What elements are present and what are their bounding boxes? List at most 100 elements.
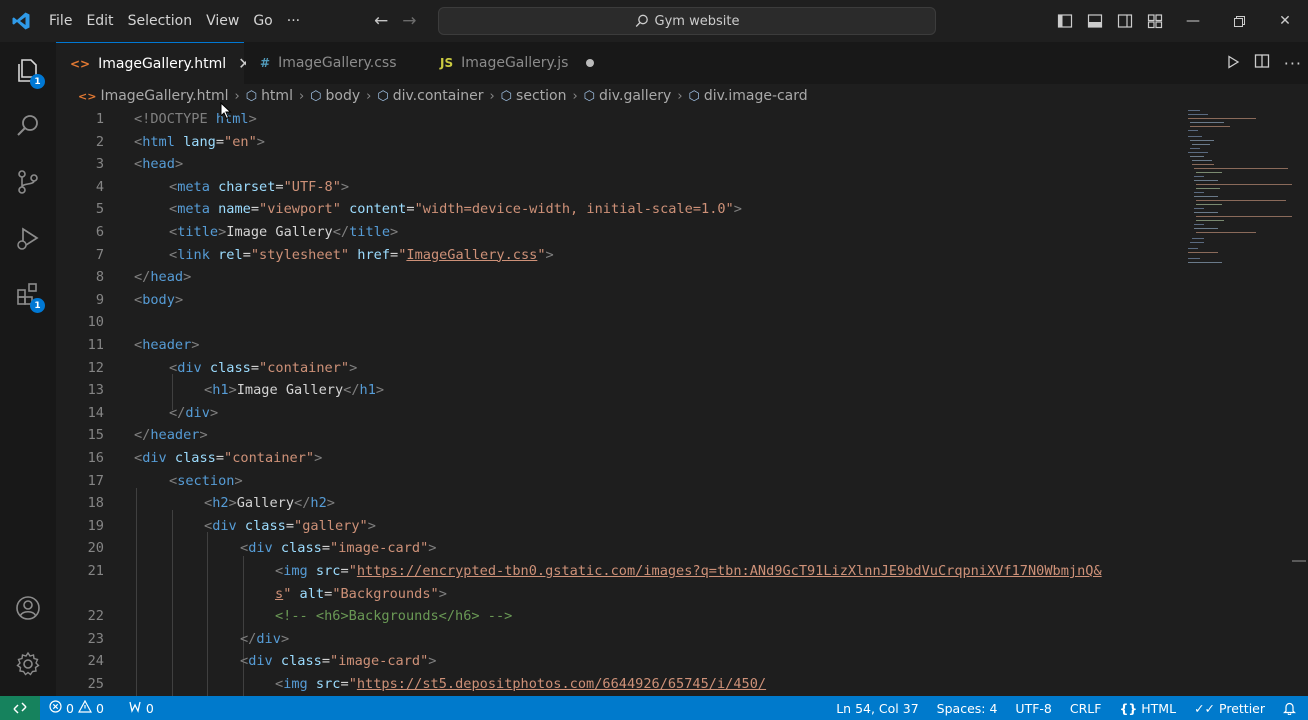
breadcrumb-div-container[interactable]: ⬡ div.container bbox=[377, 88, 483, 104]
menu-more[interactable]: ··· bbox=[280, 0, 307, 42]
code-token: content bbox=[340, 201, 407, 218]
image-url-link[interactable]: https://st5.depositphotos.com/6644926/65… bbox=[357, 676, 766, 692]
code-token: </ bbox=[240, 630, 257, 647]
broadcast-icon bbox=[128, 700, 142, 716]
code-line: 6 <title>Image Gallery</title> bbox=[56, 221, 1180, 244]
back-arrow-icon[interactable]: ← bbox=[374, 11, 388, 31]
explorer-icon[interactable]: 1 bbox=[0, 46, 56, 94]
code-token: img bbox=[283, 676, 308, 692]
toggle-panel-icon[interactable] bbox=[1080, 0, 1110, 42]
tab-imagegallery-css[interactable]: # ImageGallery.css bbox=[246, 42, 422, 84]
code-token: > bbox=[314, 450, 323, 466]
source-control-icon[interactable] bbox=[0, 158, 56, 206]
code-token: < bbox=[240, 540, 249, 557]
breadcrumb-file[interactable]: <> ImageGallery.html bbox=[78, 88, 229, 104]
toggle-primary-sidebar-icon[interactable] bbox=[1050, 0, 1080, 42]
code-token: < bbox=[275, 563, 284, 579]
forward-arrow-icon[interactable]: → bbox=[402, 11, 416, 31]
tab-imagegallery-html[interactable]: <> ImageGallery.html ✕ bbox=[56, 42, 252, 84]
warning-icon bbox=[77, 699, 92, 716]
language-mode[interactable]: {} HTML bbox=[1110, 701, 1185, 716]
minimap-line bbox=[1192, 164, 1214, 165]
split-editor-icon[interactable] bbox=[1254, 53, 1270, 73]
code-token: class bbox=[272, 540, 322, 557]
code-token: > bbox=[349, 359, 358, 376]
menu-view[interactable]: View bbox=[199, 0, 246, 42]
menu-go[interactable]: Go bbox=[246, 0, 279, 42]
code-token: "container" bbox=[224, 450, 315, 466]
run-file-icon[interactable] bbox=[1226, 54, 1240, 73]
more-actions-icon[interactable]: ··· bbox=[1284, 54, 1302, 73]
code-token: "Backgrounds" bbox=[332, 585, 439, 602]
remote-indicator-icon[interactable] bbox=[0, 696, 40, 720]
html-file-icon: <> bbox=[78, 89, 97, 103]
mouse-cursor-icon bbox=[220, 101, 232, 124]
stylesheet-link[interactable]: ImageGallery.css bbox=[406, 247, 537, 263]
code-token: header bbox=[142, 337, 192, 353]
breadcrumb-div-gallery[interactable]: ⬡ div.gallery bbox=[584, 88, 672, 104]
scrollbar-thumb[interactable] bbox=[1292, 560, 1306, 562]
error-count: 0 bbox=[66, 700, 74, 716]
indentation-status[interactable]: Spaces: 4 bbox=[928, 701, 1007, 716]
minimap-line bbox=[1192, 238, 1204, 239]
toggle-secondary-sidebar-icon[interactable] bbox=[1110, 0, 1140, 42]
restore-icon[interactable] bbox=[1216, 0, 1262, 42]
code-token: > bbox=[209, 404, 219, 421]
run-debug-icon[interactable] bbox=[0, 214, 56, 262]
accounts-icon[interactable] bbox=[0, 584, 56, 632]
breadcrumb-div-image-card[interactable]: ⬡ div.image-card bbox=[689, 88, 808, 104]
code-token: = bbox=[250, 359, 260, 376]
minimap[interactable] bbox=[1180, 108, 1308, 696]
search-view-icon[interactable] bbox=[0, 102, 56, 150]
image-url-link[interactable]: s bbox=[275, 586, 283, 602]
symbol-element-icon: ⬡ bbox=[245, 88, 258, 104]
code-token: </ bbox=[134, 269, 151, 286]
breadcrumb-html[interactable]: ⬡ html bbox=[246, 88, 293, 104]
command-center-search[interactable]: Gym website bbox=[438, 7, 936, 35]
cursor-position[interactable]: Ln 54, Col 37 bbox=[827, 701, 927, 716]
code-token: title bbox=[177, 224, 219, 240]
code-token: img bbox=[283, 563, 308, 579]
eol-status[interactable]: CRLF bbox=[1061, 701, 1111, 716]
breadcrumb-body[interactable]: ⬡ body bbox=[310, 88, 360, 104]
code-token: class bbox=[272, 653, 322, 670]
code-token: body bbox=[142, 291, 175, 308]
minimize-icon[interactable]: — bbox=[1170, 0, 1216, 42]
code-token: > bbox=[428, 653, 437, 670]
line-number: 12 bbox=[87, 359, 104, 376]
code-line: 16 <div class="container"> bbox=[56, 447, 1180, 470]
extensions-icon[interactable]: 1 bbox=[0, 270, 56, 318]
line-number: 11 bbox=[87, 337, 104, 353]
symbol-element-icon: ⬡ bbox=[377, 88, 389, 104]
code-line: 21 <img src="https://encrypted-tbn0.gstat… bbox=[56, 560, 1180, 583]
code-token: > bbox=[174, 291, 184, 308]
menu-file[interactable]: File bbox=[42, 0, 79, 42]
code-token: head bbox=[150, 269, 184, 286]
notifications-bell-icon[interactable] bbox=[1274, 701, 1308, 715]
code-token: lang bbox=[174, 133, 216, 150]
close-window-icon[interactable]: ✕ bbox=[1262, 0, 1308, 42]
code-token: "UTF-8" bbox=[283, 178, 341, 195]
ports-status[interactable]: 0 bbox=[119, 700, 163, 716]
tab-imagegallery-js[interactable]: JS ImageGallery.js bbox=[426, 42, 602, 84]
prettier-status[interactable]: ✓✓ Prettier bbox=[1185, 701, 1274, 716]
braces-icon: {} bbox=[1119, 700, 1138, 716]
code-line: 5 <meta name="viewport" content="width=de… bbox=[56, 198, 1180, 221]
breadcrumb-section[interactable]: ⬡ section bbox=[501, 88, 567, 104]
chevron-right-icon: › bbox=[677, 88, 683, 104]
encoding-status[interactable]: UTF-8 bbox=[1006, 701, 1060, 716]
customize-layout-icon[interactable] bbox=[1140, 0, 1170, 42]
code-line: 4 <meta charset="UTF-8"> bbox=[56, 176, 1180, 199]
minimap-line bbox=[1188, 118, 1256, 119]
code-token: > bbox=[545, 246, 554, 263]
code-token: class bbox=[166, 450, 216, 466]
image-url-link[interactable]: https://encrypted-tbn0.gstatic.com/image… bbox=[357, 563, 1102, 579]
settings-gear-icon[interactable] bbox=[0, 640, 56, 688]
problems-status[interactable]: 0 0 bbox=[40, 699, 113, 716]
menu-edit[interactable]: Edit bbox=[79, 0, 120, 42]
menu-selection[interactable]: Selection bbox=[121, 0, 200, 42]
minimap-line bbox=[1188, 248, 1198, 249]
unsaved-dot-icon[interactable] bbox=[586, 59, 595, 67]
minimap-line bbox=[1190, 126, 1230, 127]
code-editor[interactable]: 1 <!DOCTYPE html> 2 <html lang="en"> 3 <hea… bbox=[56, 108, 1180, 696]
